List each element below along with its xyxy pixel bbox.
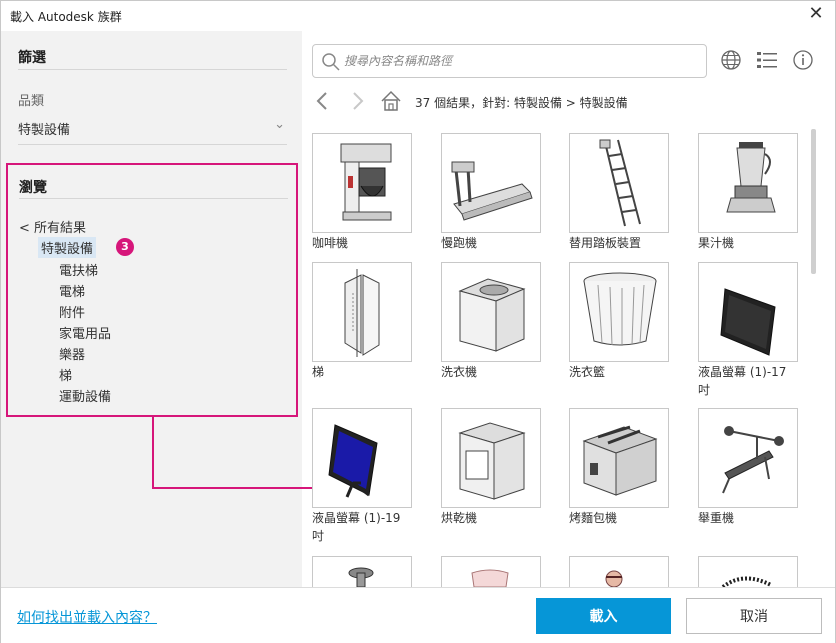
coffee-machine-icon <box>312 133 412 233</box>
dryer-icon <box>441 408 541 508</box>
content-item[interactable]: 液晶螢幕 (1)-19 吋 <box>312 408 422 545</box>
filter-heading: 篩選 <box>18 50 46 66</box>
tree-item-selected[interactable]: 特製設備 <box>38 237 97 258</box>
item-thumbnail <box>569 556 669 587</box>
content-item[interactable]: 慢跑機 <box>441 133 551 252</box>
tree-item-escalator[interactable]: 電扶梯 <box>59 260 98 279</box>
weight-bench-icon <box>698 408 798 508</box>
item-label: 洗衣籃 <box>569 365 606 379</box>
item-label: 果汁機 <box>698 236 735 250</box>
step-badge: 3 <box>116 238 134 256</box>
item-label: 洗衣機 <box>441 365 478 379</box>
blender-icon <box>698 133 798 233</box>
cancel-button[interactable]: 取消 <box>686 598 822 634</box>
search-icon <box>321 52 341 76</box>
content-item[interactable]: 液晶螢幕 (1)-17 吋 <box>698 262 808 399</box>
close-icon[interactable]: ✕ <box>807 5 825 23</box>
content-grid: 咖啡機 慢跑機 替用踏板裝置 果汁機 梯 洗衣機 洗衣籃 液晶螢幕 (1)-17… <box>312 133 812 587</box>
lcd-monitor-icon <box>698 262 798 362</box>
browse-heading: 瀏覽 <box>19 180 47 196</box>
washing-machine-icon <box>441 262 541 362</box>
forward-icon[interactable] <box>346 89 368 113</box>
content-item[interactable]: 烤麵包機 <box>569 408 679 527</box>
tree-item-elevator[interactable]: 電梯 <box>59 281 85 300</box>
item-label: 舉重機 <box>698 511 735 525</box>
ladder-icon <box>569 133 669 233</box>
item-thumbnail <box>312 556 412 587</box>
category-dropdown[interactable]: 特製設備 ⌄ <box>18 115 287 141</box>
content-item[interactable] <box>569 556 679 587</box>
globe-icon[interactable] <box>719 48 743 72</box>
content-item[interactable] <box>441 556 551 587</box>
tree-item-sports[interactable]: 運動設備 <box>59 386 111 405</box>
chevron-down-icon: ⌄ <box>274 117 285 132</box>
category-value: 特製設備 <box>18 123 71 138</box>
search-box <box>312 44 707 78</box>
item-label: 液晶螢幕 (1)-17 吋 <box>698 365 787 397</box>
item-label: 慢跑機 <box>441 236 478 250</box>
content-item[interactable]: 舉重機 <box>698 408 808 527</box>
item-thumbnail <box>441 556 541 587</box>
content-item[interactable]: 烘乾機 <box>441 408 551 527</box>
navigation-bar: 37 個結果，針對: 特製設備 > 特製設備 <box>312 89 822 115</box>
window-title: 載入 Autodesk 族群 <box>10 10 122 24</box>
load-family-dialog: 載入 Autodesk 族群 ✕ 篩選 品類 特製設備 ⌄ 瀏覽 < 所有結果 … <box>0 0 836 643</box>
help-link[interactable]: 如何找出並載入內容？ <box>17 607 157 627</box>
scrollbar-thumb[interactable] <box>811 129 816 274</box>
content-item[interactable]: 洗衣籃 <box>569 262 679 381</box>
load-button[interactable]: 載入 <box>536 598 671 634</box>
info-icon[interactable] <box>791 48 815 72</box>
laundry-basket-icon <box>569 262 669 362</box>
item-label: 咖啡機 <box>312 236 349 250</box>
home-icon[interactable] <box>380 89 402 113</box>
title-bar: 載入 Autodesk 族群 ✕ <box>1 1 835 31</box>
content-item[interactable]: 咖啡機 <box>312 133 422 252</box>
treadmill-icon <box>441 133 541 233</box>
content-item[interactable]: 替用踏板裝置 <box>569 133 679 252</box>
tree-item-accessories[interactable]: 附件 <box>59 302 85 321</box>
search-input[interactable] <box>344 51 694 71</box>
tree-item-ladder[interactable]: 梯 <box>59 365 72 384</box>
ladder-panel-icon <box>312 262 412 362</box>
item-label: 烤麵包機 <box>569 511 618 525</box>
item-label: 梯 <box>312 365 325 379</box>
sidebar: 篩選 品類 特製設備 ⌄ 瀏覽 < 所有結果 特製設備 3 電扶梯 電梯 附件 … <box>1 31 302 587</box>
content-item[interactable]: 梯 <box>312 262 422 381</box>
tree-item-all-results[interactable]: < 所有結果 <box>19 217 86 236</box>
tree-item-instruments[interactable]: 樂器 <box>59 344 85 363</box>
item-label: 替用踏板裝置 <box>569 236 642 250</box>
divider <box>18 69 287 70</box>
divider <box>19 198 288 199</box>
category-label: 品類 <box>18 94 45 109</box>
item-thumbnail <box>698 556 798 587</box>
footer: 如何找出並載入內容？ 載入 取消 <box>1 587 835 643</box>
callout-line <box>152 417 154 489</box>
toaster-icon <box>569 408 669 508</box>
breadcrumb: 37 個結果，針對: 特製設備 > 特製設備 <box>415 96 628 110</box>
list-view-icon[interactable] <box>755 48 779 72</box>
content-item[interactable] <box>312 556 422 587</box>
content-item[interactable]: 果汁機 <box>698 133 808 252</box>
tree-item-appliances[interactable]: 家電用品 <box>59 323 111 342</box>
browse-panel-highlight: 瀏覽 < 所有結果 特製設備 3 電扶梯 電梯 附件 家電用品 樂器 梯 運動設… <box>6 163 298 417</box>
content-item[interactable]: 洗衣機 <box>441 262 551 381</box>
content-item[interactable] <box>698 556 808 587</box>
back-icon[interactable] <box>312 89 334 113</box>
divider <box>18 144 287 145</box>
lcd-monitor-blue-icon <box>312 408 412 508</box>
callout-line <box>152 487 324 489</box>
item-label: 液晶螢幕 (1)-19 吋 <box>312 511 401 543</box>
item-label: 烘乾機 <box>441 511 478 525</box>
